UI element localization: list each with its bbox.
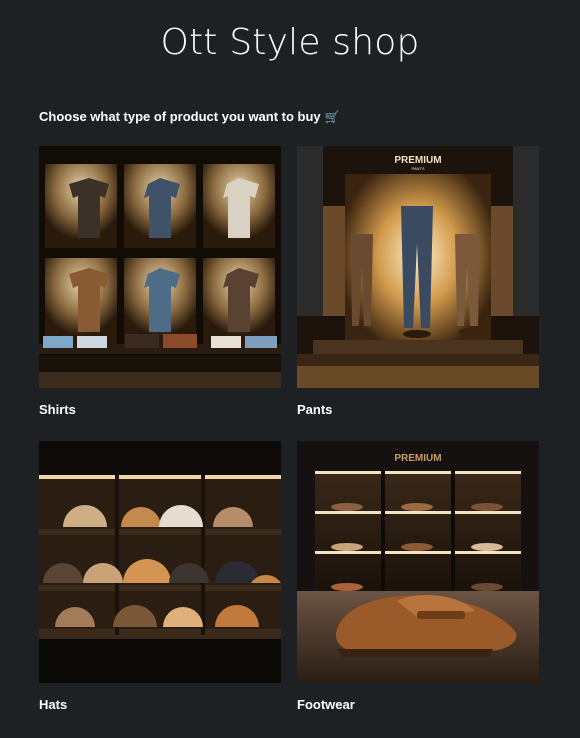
footwear-image[interactable]: PREMIUM (297, 441, 539, 683)
footwear-sign-text: PREMIUM (394, 453, 441, 464)
pants-sign-subtext: PANTS (411, 166, 424, 171)
category-label-shirts[interactable]: Shirts (39, 402, 281, 417)
prompt-text: Choose what type of product you want to … (39, 109, 321, 124)
shopping-cart-icon: 🛒 (324, 110, 340, 124)
shirts-image[interactable] (39, 146, 281, 388)
category-label-hats[interactable]: Hats (39, 697, 281, 712)
category-prompt: Choose what type of product you want to … (39, 109, 340, 124)
category-card-footwear[interactable]: PREMIUM Footwear (297, 441, 539, 712)
page-title: Ott Style shop (160, 22, 420, 63)
category-card-shirts[interactable]: Shirts (39, 146, 281, 417)
category-card-hats[interactable]: Hats (39, 441, 281, 712)
category-label-footwear[interactable]: Footwear (297, 697, 539, 712)
category-card-pants[interactable]: PREMIUM PANTS Pants (297, 146, 539, 417)
pants-sign-text: PREMIUM (394, 155, 441, 166)
hats-image[interactable] (39, 441, 281, 683)
pants-image[interactable]: PREMIUM PANTS (297, 146, 539, 388)
category-label-pants[interactable]: Pants (297, 402, 539, 417)
